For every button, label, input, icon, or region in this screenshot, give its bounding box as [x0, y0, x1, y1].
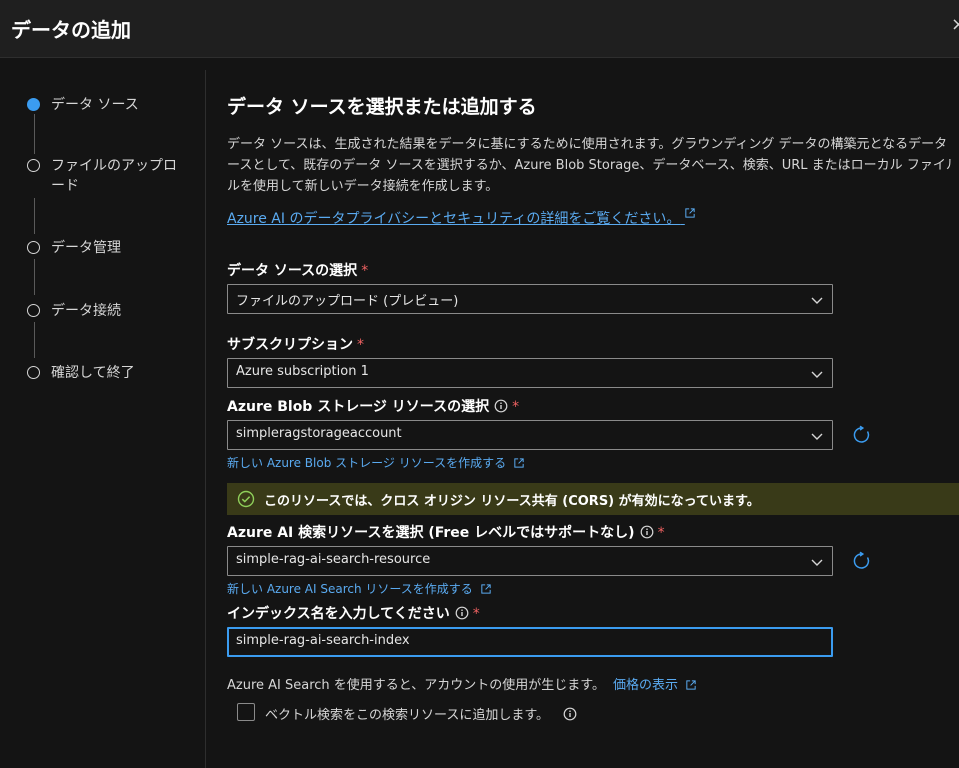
data-source-select[interactable]: ファイルのアップロード (プレビュー): [227, 284, 833, 314]
search-resource-label: Azure AI 検索リソースを選択 (Free レベルではサポートなし) *: [227, 522, 665, 542]
cors-success-banner: このリソースでは、クロス オリジン リソース共有 (CORS) が有効になってい…: [227, 483, 959, 515]
price-link[interactable]: 価格の表示: [613, 678, 696, 693]
wizard-divider: [205, 70, 206, 768]
step-label: データ接続: [51, 303, 121, 319]
search-resource-value: simple-rag-ai-search-resource: [236, 552, 431, 567]
info-icon[interactable]: [455, 606, 469, 620]
description-line: ルを使用して新しいデータ接続を作成します。: [227, 179, 499, 194]
blob-storage-value: simpleragstorageaccount: [236, 426, 402, 441]
step-indicator-icon: [27, 304, 40, 317]
search-resource-label-text: Azure AI 検索リソースを選択 (Free レベルではサポートなし): [227, 525, 635, 541]
subscription-label-text: サブスクリプション: [227, 337, 353, 353]
step-label: データ ソース: [51, 97, 139, 113]
data-source-label: データ ソースの選択 *: [227, 260, 368, 280]
step-connector: [34, 114, 35, 154]
required-mark: *: [357, 337, 364, 353]
required-mark: *: [512, 399, 520, 415]
chevron-down-icon: [811, 559, 823, 566]
cors-message: このリソースでは、クロス オリジン リソース共有 (CORS) が有効になってい…: [264, 494, 760, 509]
blob-storage-select[interactable]: simpleragstorageaccount: [227, 420, 833, 450]
step-indicator-icon: [27, 241, 40, 254]
panel-title: データの追加: [11, 18, 131, 42]
step-connector: [34, 259, 35, 295]
required-mark: *: [361, 263, 369, 279]
check-circle-icon: [237, 490, 255, 508]
step-connector: [34, 198, 35, 234]
step-indicator-icon: [27, 159, 40, 172]
panel-header: データの追加 ×: [0, 0, 959, 58]
create-blob-link[interactable]: 新しい Azure Blob ストレージ リソースを作成する: [227, 454, 524, 471]
usage-note-text: Azure AI Search を使用すると、アカウントの使用が生じます。: [227, 678, 605, 693]
step-active-indicator-icon: [27, 98, 40, 111]
usage-note: Azure AI Search を使用すると、アカウントの使用が生じます。 価格の…: [227, 674, 696, 693]
external-link-icon: [686, 680, 696, 690]
refresh-icon[interactable]: [852, 425, 872, 445]
vector-search-checkbox[interactable]: [237, 703, 255, 721]
vector-search-label-text: ベクトル検索をこの検索リソースに追加します。: [265, 708, 550, 723]
price-link-text: 価格の表示: [612, 678, 678, 693]
info-icon[interactable]: [494, 399, 508, 413]
required-mark: *: [472, 606, 480, 622]
vector-search-label: ベクトル検索をこの検索リソースに追加します。: [265, 704, 577, 723]
step-label: ファイルのアップロード: [51, 158, 177, 194]
index-name-label-text: インデックス名を入力してください: [227, 606, 450, 622]
create-search-link[interactable]: 新しい Azure AI Search リソースを作成する: [227, 580, 491, 597]
index-name-input[interactable]: simple-rag-ai-search-index: [227, 627, 833, 657]
blob-storage-label: Azure Blob ストレージ リソースの選択 *: [227, 396, 519, 416]
step-label: データ管理: [51, 240, 121, 256]
step-label: 確認して終了: [51, 365, 135, 381]
external-link-icon: [685, 208, 695, 218]
index-name-value: simple-rag-ai-search-index: [236, 633, 410, 648]
info-icon[interactable]: [563, 707, 577, 721]
subscription-value: Azure subscription 1: [236, 364, 369, 379]
data-source-label-text: データ ソースの選択: [227, 263, 358, 279]
description: データ ソースは、生成された結果をデータに基にするために使用されます。グラウンデ…: [227, 134, 952, 197]
refresh-icon[interactable]: [852, 551, 872, 571]
chevron-down-icon: [811, 297, 823, 304]
external-link-icon: [514, 458, 524, 468]
step-connector: [34, 322, 35, 358]
description-line: データ ソースは、生成された結果をデータに基にするために使用されます。グラウンデ…: [227, 137, 952, 152]
subscription-label: サブスクリプション *: [227, 334, 364, 354]
info-icon[interactable]: [640, 525, 654, 539]
chevron-down-icon: [811, 371, 823, 378]
create-blob-link-text: 新しい Azure Blob ストレージ リソースを作成する: [227, 456, 507, 470]
description-line: ースとして、既存のデータ ソースを選択するか、Azure Blob Storag…: [227, 158, 952, 173]
blob-storage-label-text: Azure Blob ストレージ リソースの選択: [227, 399, 490, 415]
privacy-link[interactable]: Azure AI のデータプライバシーとセキュリティの詳細をご覧ください。: [227, 208, 695, 228]
search-resource-select[interactable]: simple-rag-ai-search-resource: [227, 546, 833, 576]
external-link-icon: [480, 584, 491, 594]
close-button[interactable]: ×: [951, 14, 959, 36]
data-source-value: ファイルのアップロード (プレビュー): [236, 294, 459, 309]
create-search-link-text: 新しい Azure AI Search リソースを作成する: [227, 582, 473, 596]
required-mark: *: [657, 525, 665, 541]
chevron-down-icon: [811, 433, 823, 440]
step-indicator-icon: [27, 366, 40, 379]
subscription-select[interactable]: Azure subscription 1: [227, 358, 833, 388]
privacy-link-text: Azure AI のデータプライバシーとセキュリティの詳細をご覧ください。: [227, 211, 681, 227]
page-title: データ ソースを選択または追加する: [227, 96, 537, 118]
index-name-label: インデックス名を入力してください *: [227, 603, 480, 623]
